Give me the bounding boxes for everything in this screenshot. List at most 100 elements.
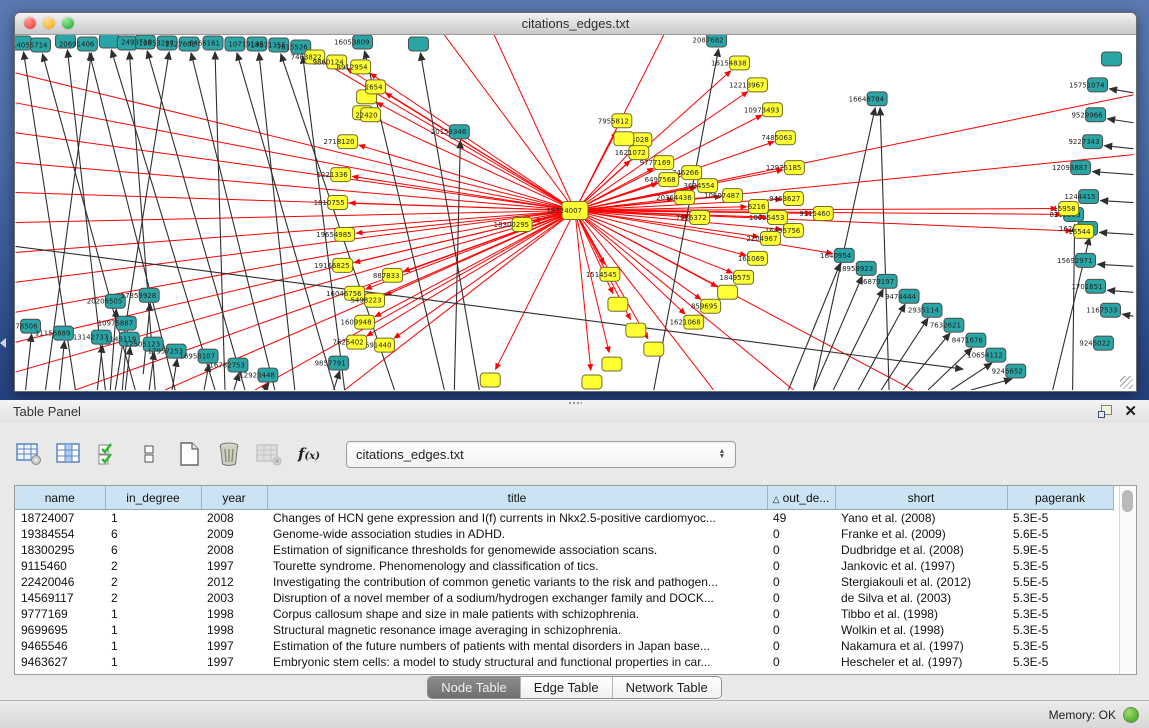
table-cell[interactable]: 14569117 bbox=[15, 590, 105, 606]
table-cell[interactable]: 5.3E-5 bbox=[1007, 638, 1113, 654]
table-cell[interactable]: 1 bbox=[105, 510, 201, 527]
table-cell[interactable]: 18724007 bbox=[15, 510, 105, 527]
table-cell[interactable]: 9463627 bbox=[15, 654, 105, 670]
table-cell[interactable]: 1997 bbox=[201, 638, 267, 654]
column-header-pagerank[interactable]: pagerank bbox=[1007, 486, 1113, 510]
tab-edge-table[interactable]: Edge Table bbox=[521, 677, 613, 698]
table-cell[interactable]: 1998 bbox=[201, 606, 267, 622]
table-cell[interactable]: 2003 bbox=[201, 590, 267, 606]
table-cell[interactable]: 6 bbox=[105, 542, 201, 558]
table-cell[interactable]: 5.3E-5 bbox=[1007, 510, 1113, 527]
table-row[interactable]: 969969511998Structural magnetic resonanc… bbox=[15, 622, 1113, 638]
table-cell[interactable]: Franke et al. (2009) bbox=[835, 526, 1007, 542]
table-selector-dropdown[interactable]: citations_edges.txt ▲▼ bbox=[346, 441, 736, 468]
column-header-short[interactable]: short bbox=[835, 486, 1007, 510]
table-cell[interactable]: 1997 bbox=[201, 654, 267, 670]
table-cell[interactable]: 5.3E-5 bbox=[1007, 606, 1113, 622]
table-cell[interactable]: 5.3E-5 bbox=[1007, 654, 1113, 670]
table-cell[interactable]: 1 bbox=[105, 622, 201, 638]
table-cell[interactable]: 9699695 bbox=[15, 622, 105, 638]
row-height-button[interactable] bbox=[134, 439, 164, 469]
panel-collapse-arrow-icon[interactable] bbox=[0, 338, 6, 348]
table-cell[interactable]: 1997 bbox=[201, 558, 267, 574]
table-cell[interactable]: 0 bbox=[767, 558, 835, 574]
table-cell[interactable]: Hescheler et al. (1997) bbox=[835, 654, 1007, 670]
column-header-in_degree[interactable]: in_degree bbox=[105, 486, 201, 510]
graph-node[interactable] bbox=[602, 357, 622, 371]
table-cell[interactable]: 5.3E-5 bbox=[1007, 590, 1113, 606]
graph-node[interactable] bbox=[614, 132, 634, 146]
table-cell[interactable]: de Silva et al. (2003) bbox=[835, 590, 1007, 606]
table-cell[interactable]: 2 bbox=[105, 558, 201, 574]
graph-node[interactable] bbox=[408, 37, 428, 51]
show-columns-button[interactable] bbox=[54, 439, 84, 469]
close-window-button[interactable] bbox=[24, 17, 36, 29]
table-row[interactable]: 911546021997Tourette syndrome. Phenomeno… bbox=[15, 558, 1113, 574]
table-cell[interactable]: 2008 bbox=[201, 510, 267, 527]
table-cell[interactable]: 2 bbox=[105, 574, 201, 590]
create-column-button[interactable] bbox=[174, 439, 204, 469]
window-resize-grip[interactable] bbox=[1120, 376, 1133, 389]
table-cell[interactable]: 0 bbox=[767, 638, 835, 654]
table-cell[interactable]: Investigating the contribution of common… bbox=[267, 574, 767, 590]
table-cell[interactable]: Corpus callosum shape and size in male p… bbox=[267, 606, 767, 622]
table-row[interactable]: 977716911998Corpus callosum shape and si… bbox=[15, 606, 1113, 622]
table-cell[interactable]: Embryonic stem cells: a model to study s… bbox=[267, 654, 767, 670]
table-cell[interactable]: 0 bbox=[767, 574, 835, 590]
table-cell[interactable]: 9115460 bbox=[15, 558, 105, 574]
table-cell[interactable]: Jankovic et al. (1997) bbox=[835, 558, 1007, 574]
table-row[interactable]: 2242004622012Investigating the contribut… bbox=[15, 574, 1113, 590]
table-cell[interactable]: 2008 bbox=[201, 542, 267, 558]
table-cell[interactable]: 22420046 bbox=[15, 574, 105, 590]
graph-node[interactable] bbox=[718, 285, 738, 299]
graph-node[interactable] bbox=[480, 373, 500, 387]
table-cell[interactable]: 6 bbox=[105, 526, 201, 542]
attribute-table[interactable]: namein_degreeyeartitle△out_de...shortpag… bbox=[15, 486, 1114, 670]
table-cell[interactable]: 9465546 bbox=[15, 638, 105, 654]
table-cell[interactable]: Tibbo et al. (1998) bbox=[835, 606, 1007, 622]
table-cell[interactable]: Stergiakouli et al. (2012) bbox=[835, 574, 1007, 590]
table-cell[interactable]: 49 bbox=[767, 510, 835, 527]
network-graph[interactable]: 1872400714055714206914062493719106532871… bbox=[15, 35, 1134, 390]
tab-network-table[interactable]: Network Table bbox=[613, 677, 721, 698]
table-row[interactable]: 946554611997Estimation of the future num… bbox=[15, 638, 1113, 654]
table-cell[interactable]: 0 bbox=[767, 542, 835, 558]
table-cell[interactable]: 5.3E-5 bbox=[1007, 622, 1113, 638]
table-cell[interactable]: Estimation of significance thresholds fo… bbox=[267, 542, 767, 558]
table-cell[interactable]: 2012 bbox=[201, 574, 267, 590]
table-cell[interactable]: 1998 bbox=[201, 622, 267, 638]
table-cell[interactable]: 5.3E-5 bbox=[1007, 558, 1113, 574]
graph-node[interactable] bbox=[99, 35, 119, 48]
table-mode-button[interactable] bbox=[14, 439, 44, 469]
table-cell[interactable]: Genome-wide association studies in ADHD. bbox=[267, 526, 767, 542]
function-builder-button[interactable]: f(x) bbox=[294, 439, 324, 469]
table-cell[interactable]: 1 bbox=[105, 606, 201, 622]
splitter-handle[interactable] bbox=[568, 401, 582, 406]
table-cell[interactable]: 1 bbox=[105, 654, 201, 670]
graph-node[interactable] bbox=[1102, 52, 1122, 66]
table-row[interactable]: 1938455462009Genome-wide association stu… bbox=[15, 526, 1113, 542]
network-canvas[interactable]: 1872400714055714206914062493719106532871… bbox=[15, 35, 1134, 390]
table-cell[interactable]: 0 bbox=[767, 590, 835, 606]
column-header-name[interactable]: name bbox=[15, 486, 105, 510]
network-window-titlebar[interactable]: citations_edges.txt bbox=[15, 13, 1136, 35]
network-view-window[interactable]: citations_edges.txt 18724007140557142069… bbox=[14, 12, 1137, 392]
table-cell[interactable]: Changes of HCN gene expression and I(f) … bbox=[267, 510, 767, 527]
table-cell[interactable]: 2009 bbox=[201, 526, 267, 542]
column-header-title[interactable]: title bbox=[267, 486, 767, 510]
column-header-year[interactable]: year bbox=[201, 486, 267, 510]
table-cell[interactable]: Yano et al. (2008) bbox=[835, 510, 1007, 527]
table-cell[interactable]: 0 bbox=[767, 622, 835, 638]
table-cell[interactable]: Estimation of the future numbers of pati… bbox=[267, 638, 767, 654]
graph-node[interactable] bbox=[644, 342, 664, 356]
table-cell[interactable]: Tourette syndrome. Phenomenology and cla… bbox=[267, 558, 767, 574]
graph-node[interactable] bbox=[626, 323, 646, 337]
table-cell[interactable]: 5.9E-5 bbox=[1007, 542, 1113, 558]
table-cell[interactable]: 5.5E-5 bbox=[1007, 574, 1113, 590]
minimize-window-button[interactable] bbox=[43, 17, 55, 29]
table-cell[interactable]: 19384554 bbox=[15, 526, 105, 542]
table-cell[interactable]: 0 bbox=[767, 526, 835, 542]
table-vertical-scrollbar[interactable] bbox=[1119, 486, 1136, 674]
table-cell[interactable]: 0 bbox=[767, 606, 835, 622]
table-cell[interactable]: Structural magnetic resonance image aver… bbox=[267, 622, 767, 638]
